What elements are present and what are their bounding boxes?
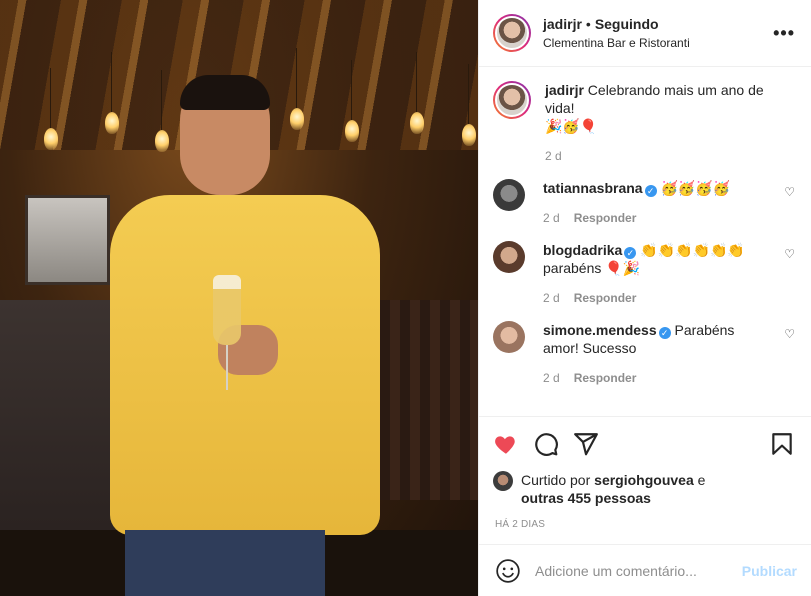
liker-username[interactable]: sergiohgouvea bbox=[594, 472, 694, 488]
hair bbox=[180, 75, 270, 110]
verified-badge-icon: ✓ bbox=[658, 327, 671, 339]
comment-item: tatiannasbrana ✓ 🥳🥳🥳🥳 2 d Responder ♡ bbox=[493, 179, 795, 227]
comment-text: 🥳🥳🥳🥳 bbox=[660, 180, 731, 196]
more-options-icon[interactable]: ••• bbox=[773, 23, 795, 44]
light-bulb bbox=[462, 64, 476, 146]
caption-time[interactable]: 2 d bbox=[545, 149, 562, 163]
light-bulb bbox=[44, 68, 58, 150]
like-comment-heart-icon[interactable]: ♡ bbox=[784, 247, 795, 261]
comment-avatar[interactable] bbox=[493, 241, 525, 273]
caption-username[interactable]: jadirjr bbox=[545, 82, 584, 98]
emoji-icon[interactable] bbox=[495, 558, 521, 584]
reply-button[interactable]: Responder bbox=[574, 371, 637, 385]
post-dialog: jadirjr • Seguindo Clementina Bar e Ristor… bbox=[0, 0, 811, 596]
comment-username[interactable]: simone.mendess bbox=[543, 322, 657, 338]
author-username[interactable]: jadirjr bbox=[543, 16, 582, 32]
author-avatar[interactable] bbox=[493, 14, 531, 52]
likes-summary: Curtido por sergiohgouvea e outras 455 p… bbox=[493, 471, 795, 507]
likes-prefix: Curtido por bbox=[521, 472, 591, 488]
comment-username[interactable]: blogdadrika bbox=[543, 242, 622, 258]
reply-button[interactable]: Responder bbox=[574, 211, 637, 225]
add-comment-bar: Publicar bbox=[479, 544, 811, 596]
comment-item: blogdadrika ✓ 👏👏👏👏👏👏 parabéns 🎈🎉 2 d Respo… bbox=[493, 241, 795, 307]
liker-avatar[interactable] bbox=[493, 471, 513, 491]
liked-heart-icon[interactable] bbox=[493, 431, 519, 457]
caption-avatar[interactable] bbox=[493, 81, 531, 119]
likes-conjunction: e bbox=[697, 472, 706, 488]
comment-time[interactable]: 2 d bbox=[543, 371, 560, 385]
share-icon[interactable] bbox=[573, 431, 599, 457]
drinks-fridge bbox=[25, 195, 110, 285]
location-link[interactable]: Clementina Bar e Ristoranti bbox=[543, 36, 773, 50]
caption-emojis: 🎉🥳🎈 bbox=[545, 118, 598, 134]
post-actions: Curtido por sergiohgouvea e outras 455 p… bbox=[479, 416, 811, 530]
jeans bbox=[125, 530, 325, 596]
caption: jadirjr Celebrando mais um ano de vida! … bbox=[493, 81, 795, 165]
comments-list: jadirjr Celebrando mais um ano de vida! … bbox=[479, 67, 811, 416]
comment-avatar[interactable] bbox=[493, 321, 525, 353]
separator-dot: • bbox=[585, 16, 591, 32]
comment-time[interactable]: 2 d bbox=[543, 291, 560, 305]
post-sidebar: jadirjr • Seguindo Clementina Bar e Ristor… bbox=[478, 0, 811, 596]
comment-username[interactable]: tatiannasbrana bbox=[543, 180, 643, 196]
comment-item: simone.mendess ✓ Parabéns amor! Sucesso 2… bbox=[493, 321, 795, 387]
like-comment-heart-icon[interactable]: ♡ bbox=[784, 327, 795, 341]
comment-icon[interactable] bbox=[533, 431, 559, 457]
post-timestamp[interactable]: HÁ 2 DIAS bbox=[495, 519, 795, 530]
champagne-glass bbox=[213, 275, 241, 400]
comment-time[interactable]: 2 d bbox=[543, 211, 560, 225]
following-button[interactable]: Seguindo bbox=[595, 16, 659, 32]
verified-badge-icon: ✓ bbox=[624, 247, 637, 259]
comment-input[interactable] bbox=[535, 562, 742, 579]
publish-button[interactable]: Publicar bbox=[742, 563, 797, 579]
post-header: jadirjr • Seguindo Clementina Bar e Ristor… bbox=[479, 0, 811, 67]
reply-button[interactable]: Responder bbox=[574, 291, 637, 305]
person bbox=[100, 75, 400, 596]
likes-others-link[interactable]: outras 455 pessoas bbox=[521, 490, 651, 506]
verified-badge-icon: ✓ bbox=[644, 185, 657, 197]
like-comment-heart-icon[interactable]: ♡ bbox=[784, 185, 795, 199]
post-photo[interactable] bbox=[0, 0, 478, 596]
comment-avatar[interactable] bbox=[493, 179, 525, 211]
light-bulb bbox=[410, 52, 424, 134]
save-bookmark-icon[interactable] bbox=[769, 431, 795, 457]
